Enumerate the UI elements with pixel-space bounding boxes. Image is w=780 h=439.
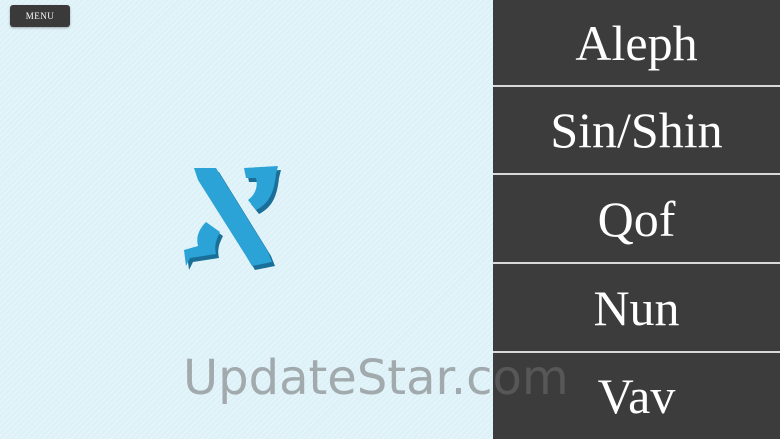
letter-area: MENU [0,0,493,439]
aleph-face [184,166,278,266]
answer-list: Aleph Sin/Shin Qof Nun Vav [493,0,780,439]
answer-option-nun[interactable]: Nun [493,264,780,351]
answer-option-aleph[interactable]: Aleph [493,0,780,85]
menu-button[interactable]: MENU [10,5,70,27]
answer-option-vav[interactable]: Vav [493,353,780,439]
answer-option-sin-shin[interactable]: Sin/Shin [493,87,780,173]
hebrew-letter-aleph [184,166,281,270]
answer-option-qof[interactable]: Qof [493,175,780,262]
